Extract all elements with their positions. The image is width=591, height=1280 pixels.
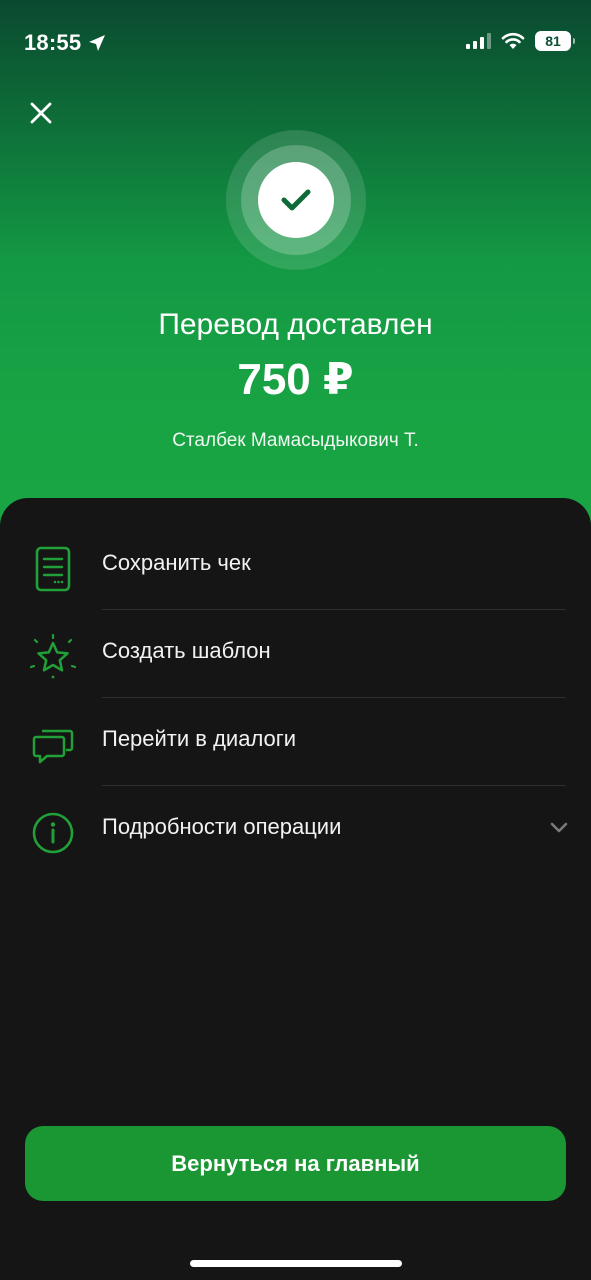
success-badge-core: [258, 162, 334, 238]
home-indicator: [190, 1260, 402, 1267]
status-indicators: 81: [465, 31, 575, 51]
go-to-dialogs-item[interactable]: Перейти в диалоги: [0, 698, 591, 786]
save-receipt-label: Сохранить чек: [102, 550, 251, 575]
status-time-text: 18:55: [24, 30, 82, 55]
wifi-icon: [501, 32, 525, 49]
operation-details-item[interactable]: Подробности операции: [0, 786, 591, 874]
back-to-main-button[interactable]: Вернуться на главный: [25, 1126, 566, 1201]
chevron-down-icon[interactable]: [549, 818, 569, 838]
status-time: 18:55: [24, 30, 107, 56]
create-template-item[interactable]: Создать шаблон: [0, 610, 591, 698]
operation-details-label: Подробности операции: [102, 814, 342, 839]
transfer-status-title: Перевод доставлен: [158, 308, 433, 341]
checkmark-icon: [281, 189, 311, 211]
status-bar: 18:55 81: [0, 0, 591, 88]
success-badge: [226, 130, 366, 270]
battery-tip: [573, 38, 575, 44]
battery-icon: 81: [535, 31, 575, 51]
save-receipt-item[interactable]: Сохранить чек: [0, 522, 591, 610]
transfer-amount: 750 ₽: [237, 355, 354, 404]
recipient-name: Сталбек Мамасыдыкович Т.: [172, 430, 419, 451]
create-template-label: Создать шаблон: [102, 638, 271, 663]
close-icon: [30, 102, 52, 124]
chat-icon: [30, 722, 76, 768]
success-badge-ring: [241, 145, 351, 255]
star-icon: [30, 634, 76, 680]
close-button[interactable]: [24, 96, 58, 130]
battery-level: 81: [545, 33, 561, 49]
go-to-dialogs-label: Перейти в диалоги: [102, 726, 297, 751]
signal-icon: [466, 33, 491, 49]
receipt-icon: [30, 546, 76, 592]
info-icon: [30, 810, 76, 856]
location-arrow-icon: [89, 35, 106, 51]
